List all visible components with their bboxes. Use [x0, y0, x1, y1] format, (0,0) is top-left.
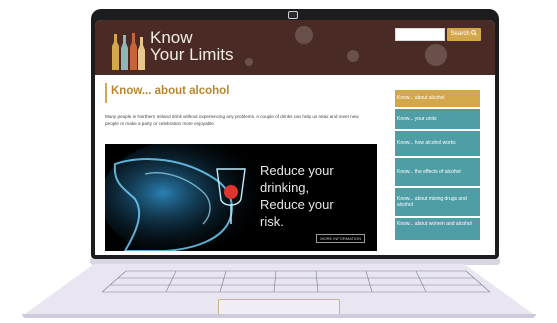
search-button[interactable]: Search: [447, 28, 481, 41]
hero-line-4: risk.: [260, 214, 284, 229]
heading-accent-bar: [105, 83, 107, 103]
site-header: Know Your Limits Search: [95, 20, 495, 75]
search-icon: [471, 30, 478, 37]
page-title: Know... about alcohol: [111, 85, 230, 97]
logo-line-1: Know: [150, 28, 193, 47]
bokeh-decoration: [347, 50, 359, 62]
main-content: Know... about alcohol Many people in Nor…: [95, 75, 495, 255]
sidebar-item-label: Know... about women and alcohol: [397, 221, 472, 227]
sidebar-item-your-units[interactable]: Know... your units: [395, 109, 480, 129]
sidebar-item-label: Know... your units: [397, 115, 437, 122]
site-logo[interactable]: Know Your Limits: [150, 29, 233, 63]
bokeh-decoration: [425, 44, 447, 66]
laptop-front-edge: [22, 314, 536, 318]
sidebar-item-label: Know... the effects of alcohol: [397, 168, 461, 175]
laptop-screen: Know Your Limits Search Know... about al…: [95, 20, 495, 255]
sidebar-item-label: Know... about mixing drugs and alcohol: [397, 195, 467, 208]
sidebar-item-how-alcohol-works[interactable]: Know... how alcohol works: [395, 131, 480, 156]
camera-icon: [288, 11, 298, 19]
hero-line-2: drinking,: [260, 180, 310, 195]
sidebar-item-label: Know... how alcohol works: [397, 140, 456, 147]
sidebar-nav: Know... about alcohol Know... your units…: [395, 90, 484, 242]
more-information-button[interactable]: MORE INFORMATION: [316, 234, 365, 243]
logo-line-2: Your Limits: [150, 45, 234, 64]
search-button-label: Search: [450, 31, 470, 37]
sidebar-item-effects-of-alcohol[interactable]: Know... the effects of alcohol: [395, 158, 480, 186]
sidebar-item-mixing-drugs[interactable]: Know... about mixing drugs and alcohol: [395, 188, 480, 216]
hero-banner[interactable]: Reduce your drinking, Reduce your risk. …: [105, 144, 377, 251]
hero-text: Reduce your drinking, Reduce your risk.: [260, 162, 334, 230]
sidebar-item-label: Know... about alcohol: [397, 95, 445, 102]
bokeh-decoration: [295, 26, 313, 44]
hero-line-3: Reduce your: [260, 197, 334, 212]
search-input[interactable]: [395, 28, 445, 41]
sidebar-item-women-and-alcohol[interactable]: Know... about women and alcohol: [395, 218, 480, 240]
intro-paragraph: Many people in Northern Ireland drink wi…: [105, 114, 359, 126]
sidebar-item-about-alcohol[interactable]: Know... about alcohol: [395, 90, 480, 107]
bokeh-decoration: [245, 58, 253, 66]
bottles-logo-icon: [112, 33, 145, 70]
hero-line-1: Reduce your: [260, 163, 334, 178]
keyboard-icon: [101, 270, 491, 293]
